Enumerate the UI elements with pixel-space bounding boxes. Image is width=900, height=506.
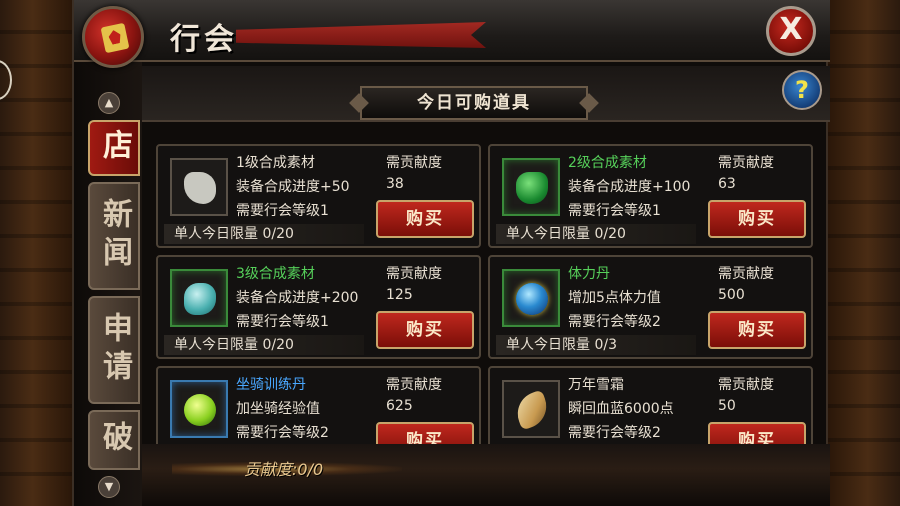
window-title: 行会 [170,22,238,57]
cost-value: 625 [386,398,413,414]
section-header: 今日可购道具 ? [142,66,830,122]
gray-stone-icon [184,172,216,204]
cost-label: 需贡献度 [718,377,774,393]
item-name: 2级合成素材 [568,155,647,171]
ginseng-root-icon [511,389,553,431]
item-desc: 装备合成进度+50 [236,179,350,195]
green-gem-icon [516,172,548,204]
daily-limit: 单人今日限量 0/20 [174,337,294,353]
teal-gem-icon [184,283,216,315]
scroll-up-arrow-icon[interactable]: ▲ [98,92,120,114]
item-desc: 增加5点体力值 [568,290,661,306]
item-slot[interactable] [502,158,560,216]
item-requirement: 需要行会等级1 [568,203,661,219]
item-desc: 瞬回血蓝6000点 [568,401,674,417]
cost-value: 125 [386,287,413,303]
daily-limit: 单人今日限量 0/20 [174,226,294,242]
tab-break[interactable]: 破 [88,410,140,470]
cost-label: 需贡献度 [386,266,442,282]
item-card: 3级合成素材 装备合成进度+200 需要行会等级1 需贡献度 125 购买 单人… [156,255,481,359]
limit-bar: 单人今日限量 0/3 [496,335,696,355]
item-slot[interactable] [170,269,228,327]
banner-icon [100,22,130,54]
cost-value: 50 [718,398,736,414]
item-requirement: 需要行会等级2 [236,425,329,441]
item-name: 1级合成素材 [236,155,315,171]
cost-label: 需贡献度 [386,377,442,393]
daily-limit: 单人今日限量 0/3 [506,337,617,353]
daily-limit: 单人今日限量 0/20 [506,226,626,242]
contribution-readout: 贡献度:0/0 [244,460,324,479]
footer-bar: 贡献度:0/0 [142,444,830,506]
item-desc: 加坐骑经验值 [236,401,320,417]
item-requirement: 需要行会等级2 [568,425,661,441]
item-requirement: 需要行会等级1 [236,203,329,219]
tab-apply[interactable]: 申请 [88,296,140,404]
item-requirement: 需要行会等级2 [568,314,661,330]
buy-button[interactable]: 购买 [708,311,806,349]
item-card: 万年雪霜 瞬回血蓝6000点 需要行会等级2 需贡献度 50 购买 [488,366,813,444]
stamina-orb-icon [516,283,548,315]
section-title: 今日可购道具 [360,86,588,120]
cost-label: 需贡献度 [386,155,442,171]
cost-value: 500 [718,287,745,303]
close-button[interactable]: X [766,6,816,56]
cost-value: 63 [718,176,736,192]
buy-button[interactable]: 购买 [708,422,806,444]
item-desc: 装备合成进度+100 [568,179,691,195]
tab-news[interactable]: 新闻 [88,182,140,290]
cost-label: 需贡献度 [718,266,774,282]
tab-shop[interactable]: 店 [88,120,140,176]
scroll-down-arrow-icon[interactable]: ▼ [98,476,120,498]
item-name: 坐骑训练丹 [236,377,306,393]
buy-button[interactable]: 购买 [376,200,474,238]
help-button[interactable]: ? [782,70,822,110]
cost-label: 需贡献度 [718,155,774,171]
item-grid: 1级合成素材 装备合成进度+50 需要行会等级1 需贡献度 38 购买 单人今日… [156,140,822,444]
limit-bar: 单人今日限量 0/20 [164,335,364,355]
item-desc: 装备合成进度+200 [236,290,359,306]
item-name: 万年雪霜 [568,377,624,393]
side-tab-column: ▲ 店 新闻 申请 破 ▼ [74,62,142,506]
item-slot[interactable] [502,269,560,327]
buy-button[interactable]: 购买 [376,422,474,444]
item-card: 1级合成素材 装备合成进度+50 需要行会等级1 需贡献度 38 购买 单人今日… [156,144,481,248]
mount-pill-icon [184,394,216,426]
buy-button[interactable]: 购买 [376,311,474,349]
item-card: 2级合成素材 装备合成进度+100 需要行会等级1 需贡献度 63 购买 单人今… [488,144,813,248]
item-name: 3级合成素材 [236,266,315,282]
item-card: 坐骑训练丹 加坐骑经验值 需要行会等级2 需贡献度 625 购买 [156,366,481,444]
item-name: 体力丹 [568,266,610,282]
item-requirement: 需要行会等级1 [236,314,329,330]
title-ribbon [236,22,486,48]
buy-button[interactable]: 购买 [708,200,806,238]
guild-window: 行会 X ▲ 店 新闻 申请 破 ▼ 今日可购道具 ? 1级合成素材 装备合成进… [72,0,830,506]
guild-emblem-icon [82,6,144,68]
item-card: 体力丹 增加5点体力值 需要行会等级2 需贡献度 500 购买 单人今日限量 0… [488,255,813,359]
window-header: 行会 X [74,0,830,62]
cost-value: 38 [386,176,404,192]
right-background [828,0,900,506]
item-slot[interactable] [170,380,228,438]
limit-bar: 单人今日限量 0/20 [496,224,696,244]
item-slot[interactable] [170,158,228,216]
item-slot[interactable] [502,380,560,438]
limit-bar: 单人今日限量 0/20 [164,224,364,244]
